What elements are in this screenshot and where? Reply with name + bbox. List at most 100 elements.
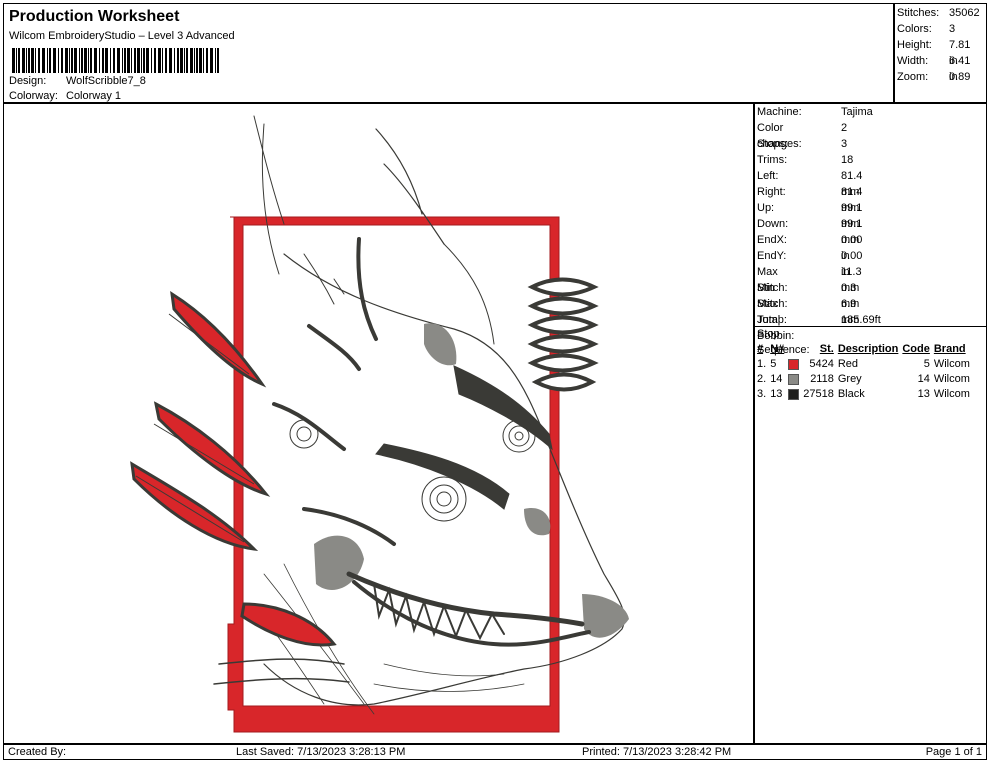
barcode-bar	[102, 48, 104, 73]
barcode-bar	[169, 48, 172, 73]
info-value: 2	[841, 122, 848, 134]
info-value: 3	[841, 138, 848, 150]
design-name: WolfScribble7_8	[66, 75, 146, 87]
stop-code: 5	[923, 358, 930, 370]
stats-box: Stitches: 35062 Colors: 3 Height: 7.81 i…	[894, 3, 987, 103]
stat-label: Zoom:	[897, 71, 929, 83]
barcode-bar	[18, 48, 20, 73]
info-label: Left:	[757, 170, 779, 182]
barcode-bar	[53, 48, 56, 73]
info-value: 18	[841, 154, 854, 166]
info-label: Right:	[757, 186, 786, 198]
barcode-bar	[49, 48, 51, 73]
col-header-brand: Brand	[933, 343, 966, 355]
design-preview	[3, 103, 754, 744]
design-label: Design:	[9, 75, 47, 87]
barcode-bar	[154, 48, 156, 73]
printed-date: Printed: 7/13/2023 3:28:42 PM	[582, 746, 732, 758]
barcode-bar	[217, 48, 219, 73]
page-number: Page 1 of 1	[925, 746, 982, 758]
created-by: Created By:	[8, 746, 67, 758]
barcode-bar	[215, 48, 216, 73]
barcode-bar	[105, 48, 108, 73]
barcode-bar	[203, 48, 204, 73]
barcode-bar	[117, 48, 120, 73]
color-swatch	[788, 388, 800, 400]
stop-needle: 13	[770, 388, 783, 400]
barcode-bar	[22, 48, 25, 73]
barcode-bar	[110, 48, 111, 73]
barcode-bar	[42, 48, 45, 73]
barcode-bar	[88, 48, 89, 73]
stop-sequence-table: # N# St. Description Code Brand 1. 5 542…	[755, 342, 972, 402]
stop-brand: Wilcom	[933, 373, 970, 385]
stop-description: Grey	[837, 373, 862, 385]
barcode-bar	[31, 48, 34, 73]
stop-brand: Wilcom	[933, 358, 970, 370]
stop-code: 14	[917, 373, 930, 385]
barcode-bar	[180, 48, 183, 73]
barcode-bar	[143, 48, 145, 73]
barcode-bar	[71, 48, 73, 73]
stop-stitches: 27518	[803, 388, 834, 400]
barcode-bar	[186, 48, 188, 73]
barcode-bar	[177, 48, 179, 73]
barcode-bar	[94, 48, 97, 73]
red-frame	[227, 216, 560, 733]
col-header-needle: N#	[770, 343, 785, 355]
barcode-bar	[190, 48, 193, 73]
col-header-description: Description	[837, 343, 899, 355]
embroidery-artwork	[130, 115, 629, 733]
info-label: Trims:	[757, 154, 788, 166]
barcode-bar	[184, 48, 185, 73]
eye-marks	[527, 277, 599, 392]
stat-label: Stitches:	[897, 7, 940, 19]
stat-value: 3	[949, 23, 956, 35]
barcode-bar	[81, 48, 83, 73]
barcode	[12, 48, 219, 73]
color-swatch	[788, 373, 800, 385]
stop-stitches: 5424	[809, 358, 834, 370]
color-swatch-cell	[786, 387, 801, 402]
barcode-bar	[28, 48, 30, 73]
colorway-label: Colorway:	[9, 90, 58, 102]
colorway-name: Colorway 1	[66, 90, 122, 102]
stop-needle: 5	[770, 358, 777, 370]
stop-description: Black	[837, 388, 865, 400]
barcode-bar	[99, 48, 100, 73]
color-swatch	[788, 358, 800, 370]
stop-stitches: 2118	[810, 373, 834, 385]
col-header-swatch	[786, 342, 801, 357]
stop-index: 3.	[757, 388, 767, 400]
info-label: EndX:	[757, 234, 787, 246]
page-title: Production Worksheet	[9, 8, 180, 25]
barcode-bar	[79, 48, 80, 73]
barcode-bar	[69, 48, 70, 73]
barcode-bar	[35, 48, 36, 73]
barcode-bar	[146, 48, 149, 73]
barcode-bar	[141, 48, 142, 73]
col-header-code: Code	[902, 343, 930, 355]
info-label: Up:	[757, 202, 775, 214]
barcode-bar	[210, 48, 213, 73]
stop-description: Red	[837, 358, 859, 370]
worksheet-footer: Created By: Last Saved: 7/13/2023 3:28:1…	[3, 744, 987, 760]
table-row: 3. 13 27518 Black 13 Wilcom	[755, 387, 972, 402]
barcode-bar	[124, 48, 126, 73]
stat-label: Height:	[897, 39, 932, 51]
table-row: 2. 14 2118 Grey 14 Wilcom	[755, 372, 972, 387]
table-row: 1. 5 5424 Red 5 Wilcom	[755, 357, 972, 372]
barcode-bar	[131, 48, 132, 73]
barcode-bar	[26, 48, 27, 73]
stop-code: 13	[917, 388, 930, 400]
info-value: Tajima	[841, 106, 873, 118]
machine-info-panel: Machine: Tajima Color changes: 2 Stops: …	[754, 103, 987, 744]
color-swatch-cell	[786, 372, 801, 387]
barcode-bar	[162, 48, 163, 73]
stat-value: 0.89	[949, 71, 971, 83]
barcode-bar	[134, 48, 136, 73]
last-saved: Last Saved: 7/13/2023 3:28:13 PM	[236, 746, 406, 758]
barcode-bar	[90, 48, 92, 73]
info-label: Machine:	[757, 106, 802, 118]
barcode-bar	[12, 48, 15, 73]
